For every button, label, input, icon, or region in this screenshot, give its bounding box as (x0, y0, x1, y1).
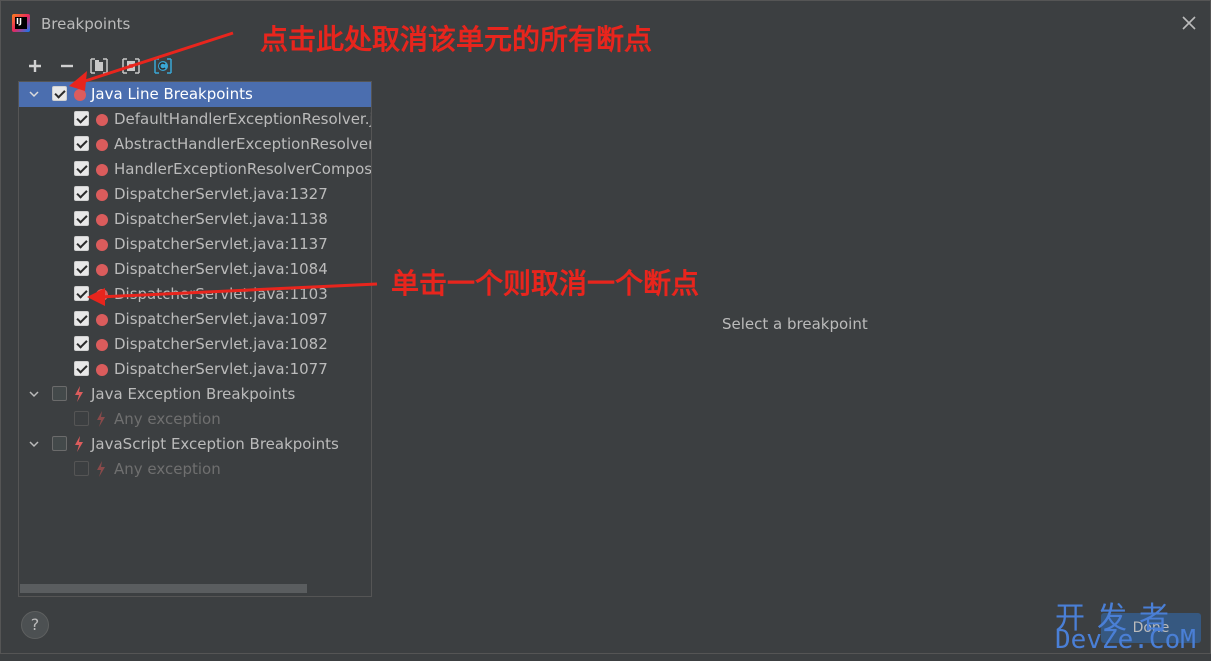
breakpoint-checkbox[interactable] (74, 136, 89, 151)
breakpoint-checkbox[interactable] (74, 261, 89, 276)
breakpoint-row[interactable]: DispatcherServlet.java:1103 (19, 282, 371, 307)
intellij-app-icon: IJ (12, 14, 30, 32)
group-by-class-icon (154, 58, 172, 74)
breakpoint-label: DispatcherServlet.java:1138 (114, 210, 328, 228)
annotation-top: 点击此处取消该单元的所有断点 (260, 23, 653, 56)
lightning-icon (97, 461, 105, 477)
group-by-file-icon (122, 58, 140, 74)
breakpoint-row[interactable]: DefaultHandlerExceptionResolver.ja (19, 107, 371, 132)
red-dot-icon (96, 314, 108, 326)
breakpoint-row[interactable]: DispatcherServlet.java:1084 (19, 257, 371, 282)
group-by-package-button[interactable] (89, 56, 109, 76)
lightning-icon (97, 411, 105, 427)
red-dot-icon (96, 114, 108, 126)
red-dot-icon (96, 239, 108, 251)
breakpoint-label: DispatcherServlet.java:1137 (114, 235, 328, 253)
group-row-java-line-breakpoints[interactable]: Java Line Breakpoints (19, 82, 371, 107)
watermark-bottom: DevZe.CoM (1055, 625, 1196, 655)
group-by-file-button[interactable] (121, 56, 141, 76)
breakpoint-checkbox[interactable] (74, 161, 89, 176)
red-dot-icon (96, 364, 108, 376)
chevron-down-icon[interactable] (27, 87, 41, 101)
close-icon (1182, 16, 1196, 30)
group-label: JavaScript Exception Breakpoints (91, 435, 339, 453)
group-checkbox[interactable] (52, 436, 67, 451)
red-dot-icon (96, 289, 108, 301)
group-by-package-icon (90, 58, 108, 74)
chevron-down-icon[interactable] (27, 387, 41, 401)
group-row-java-exception-breakpoints[interactable]: Java Exception Breakpoints (19, 382, 371, 407)
breakpoint-label: DispatcherServlet.java:1103 (114, 285, 328, 303)
breakpoint-row[interactable]: Any exception (19, 457, 371, 482)
red-dot-icon (96, 339, 108, 351)
horizontal-scrollbar[interactable] (20, 584, 307, 593)
breakpoint-checkbox[interactable] (74, 186, 89, 201)
minus-icon (61, 64, 73, 68)
breakpoint-checkbox[interactable] (74, 311, 89, 326)
breakpoint-checkbox[interactable] (74, 286, 89, 301)
breakpoint-checkbox[interactable] (74, 211, 89, 226)
breakpoint-row[interactable]: DispatcherServlet.java:1138 (19, 207, 371, 232)
breakpoint-row[interactable]: DispatcherServlet.java:1327 (19, 182, 371, 207)
remove-breakpoint-button[interactable] (57, 56, 77, 76)
breakpoint-checkbox[interactable] (74, 461, 89, 476)
group-checkbox[interactable] (52, 86, 67, 101)
app-icon-letters: IJ (15, 17, 27, 29)
dialog-title: Breakpoints (41, 15, 131, 33)
breakpoint-checkbox[interactable] (74, 236, 89, 251)
breakpoint-row[interactable]: Any exception (19, 407, 371, 432)
breakpoint-checkbox[interactable] (74, 411, 89, 426)
red-dot-icon (96, 164, 108, 176)
devze-watermark: 开发者 DevZe.CoM (1055, 593, 1205, 655)
breakpoint-label: DispatcherServlet.java:1082 (114, 335, 328, 353)
breakpoint-label: AbstractHandlerExceptionResolver. (114, 135, 371, 153)
details-placeholder: Select a breakpoint (722, 315, 868, 333)
breakpoint-label: DispatcherServlet.java:1084 (114, 260, 328, 278)
lightning-icon (75, 386, 83, 402)
breakpoint-row[interactable]: DispatcherServlet.java:1082 (19, 332, 371, 357)
breakpoint-checkbox[interactable] (74, 111, 89, 126)
red-dot-icon (96, 139, 108, 151)
close-button[interactable] (1179, 13, 1199, 33)
annotation-middle: 单击一个则取消一个断点 (391, 267, 700, 300)
breakpoint-label: DispatcherServlet.java:1327 (114, 185, 328, 203)
red-dot-icon (96, 214, 108, 226)
breakpoint-label: Any exception (114, 460, 221, 478)
group-label: Java Exception Breakpoints (91, 385, 296, 403)
group-by-class-button[interactable] (153, 56, 173, 76)
help-button[interactable]: ? (21, 611, 49, 639)
breakpoint-label: DispatcherServlet.java:1077 (114, 360, 328, 378)
breakpoint-checkbox[interactable] (74, 336, 89, 351)
breakpoint-row[interactable]: AbstractHandlerExceptionResolver. (19, 132, 371, 157)
breakpoint-label: DispatcherServlet.java:1097 (114, 310, 328, 328)
red-dot-icon (96, 264, 108, 276)
add-breakpoint-button[interactable] (25, 56, 45, 76)
breakpoint-label: Any exception (114, 410, 221, 428)
chevron-down-icon[interactable] (27, 437, 41, 451)
breakpoints-tree[interactable]: Java Line Breakpoints DefaultHandlerExce… (18, 81, 372, 597)
breakpoints-dialog: IJ Breakpoints Java Line Breakpoints Def… (0, 0, 1211, 655)
plus-icon (29, 60, 41, 72)
group-label: Java Line Breakpoints (91, 85, 253, 103)
breakpoint-row[interactable]: HandlerExceptionResolverComposi (19, 157, 371, 182)
breakpoint-label: HandlerExceptionResolverComposi (114, 160, 371, 178)
group-checkbox[interactable] (52, 386, 67, 401)
red-dot-icon (96, 189, 108, 201)
lightning-icon (75, 436, 83, 452)
breakpoint-row[interactable]: DispatcherServlet.java:1077 (19, 357, 371, 382)
red-dot-icon (74, 89, 86, 101)
group-row-javascript-exception-breakpoints[interactable]: JavaScript Exception Breakpoints (19, 432, 371, 457)
breakpoint-label: DefaultHandlerExceptionResolver.ja (114, 110, 371, 128)
breakpoint-row[interactable]: DispatcherServlet.java:1137 (19, 232, 371, 257)
breakpoint-row[interactable]: DispatcherServlet.java:1097 (19, 307, 371, 332)
breakpoint-checkbox[interactable] (74, 361, 89, 376)
